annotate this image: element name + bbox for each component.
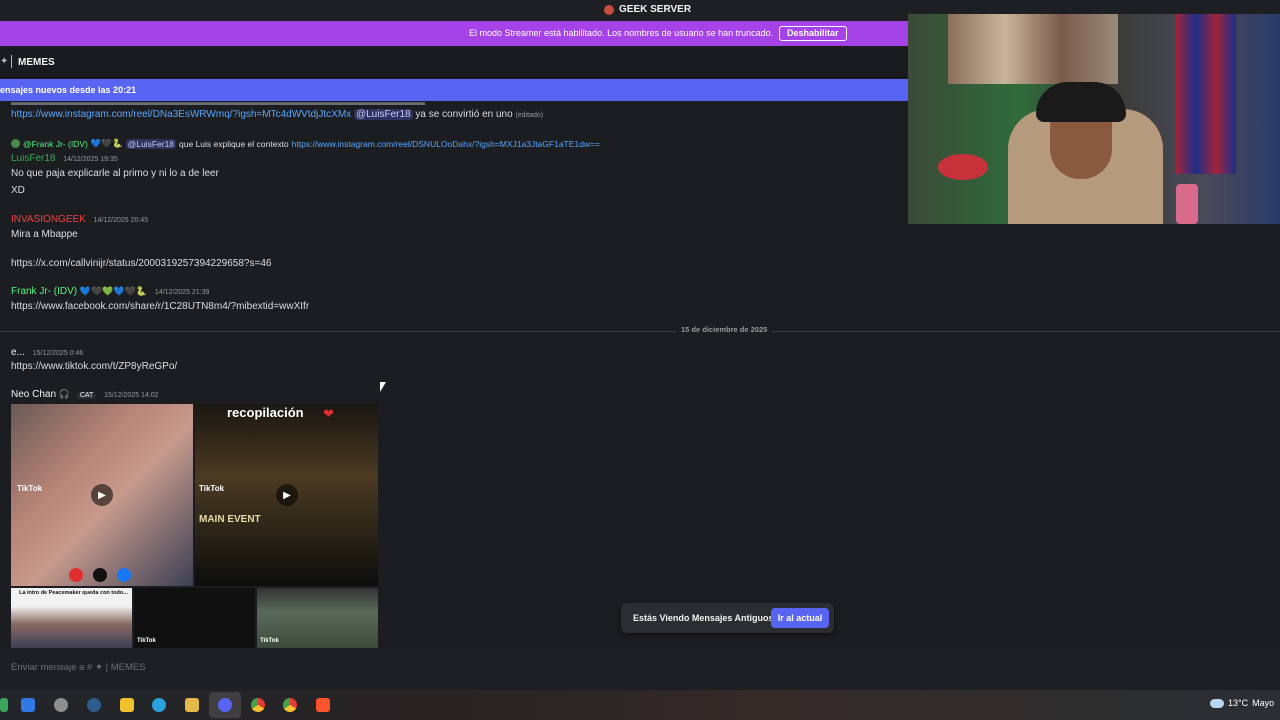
folder-icon[interactable] bbox=[185, 698, 199, 712]
text-channel-icon: ✦ bbox=[0, 56, 9, 67]
main-event-label: MAIN EVENT bbox=[199, 514, 261, 525]
tiktok-icon bbox=[93, 568, 107, 582]
person-hair bbox=[1036, 82, 1126, 122]
temperature: 13°C bbox=[1228, 698, 1249, 708]
tile-caption: La intro de Peacemaker queda con todo... bbox=[19, 590, 128, 596]
message-item: Frank Jr- (IDV) 💙🖤💚💙🖤🐍 14/12/2025 21:39 bbox=[11, 286, 209, 297]
message-text: Mira a Mbappe bbox=[11, 229, 78, 240]
message-link[interactable]: https://x.com/callvinijr/status/20003192… bbox=[11, 258, 271, 269]
message-item: e... 15/12/2025 0:46 bbox=[11, 347, 83, 358]
posters-wall bbox=[948, 14, 1118, 84]
youtube-icon bbox=[69, 568, 83, 582]
server-avatar-icon bbox=[604, 4, 614, 15]
message-author[interactable]: LuisFer18 bbox=[11, 153, 55, 164]
message-author[interactable]: INVASIONGEEK bbox=[11, 214, 86, 225]
composer-placeholder: Enviar mensaje a # ✦ | MEMES bbox=[11, 662, 146, 673]
header-divider bbox=[11, 55, 12, 68]
message-timestamp: 15/12/2025 0:46 bbox=[32, 350, 84, 357]
message-timestamp: 14/12/2025 20:45 bbox=[93, 217, 149, 224]
new-messages-banner[interactable]: ensajes nuevos desde las 20:21 bbox=[0, 79, 908, 101]
chrome-icon[interactable] bbox=[283, 698, 297, 712]
mouse-cursor-icon bbox=[380, 382, 386, 392]
date-divider bbox=[0, 331, 1280, 332]
webcam-overlay bbox=[908, 14, 1280, 224]
message-link[interactable]: https://www.facebook.com/share/r/1C28UTN… bbox=[11, 301, 309, 312]
old-messages-bar: Estás Viendo Mensajes Antiguos Ir al act… bbox=[621, 603, 834, 633]
notes-icon[interactable] bbox=[120, 698, 134, 712]
video-tile[interactable]: TikTok bbox=[134, 588, 255, 648]
weather-icon bbox=[1210, 698, 1224, 708]
reply-author[interactable]: @Frank Jr- (IDV) bbox=[23, 139, 88, 149]
message-text: ya se convirtió en uno bbox=[415, 109, 513, 120]
video-tile[interactable]: ▶ TikTok bbox=[11, 404, 193, 586]
channel-name: MEMES bbox=[18, 57, 55, 68]
video-tile[interactable]: TikTok bbox=[257, 588, 378, 648]
headphones-icon: 🎧 bbox=[58, 389, 71, 399]
heart-icon: ❤ bbox=[323, 406, 334, 421]
message-author[interactable]: e... bbox=[11, 347, 25, 358]
server-tag[interactable]: CAT bbox=[76, 392, 97, 399]
tiktok-watermark: TikTok bbox=[199, 484, 225, 493]
channel-header: ✦ MEMES bbox=[0, 46, 908, 78]
settings-gear-icon[interactable] bbox=[54, 698, 68, 712]
server-title: GEEK SERVER bbox=[604, 4, 691, 15]
date-divider-label: 15 de diciembre de 2025 bbox=[676, 325, 773, 334]
message-author[interactable]: Frank Jr- (IDV) bbox=[11, 286, 77, 297]
video-tile[interactable]: La intro de Peacemaker queda con todo... bbox=[11, 588, 132, 648]
cap-image bbox=[938, 154, 988, 180]
message-item: https://www.instagram.com/reel/DNa3EsWRW… bbox=[11, 109, 543, 120]
video-tile[interactable]: recopilación ❤ MAIN EVENT TikTok ▶ bbox=[195, 404, 378, 586]
weather-label: Mayo bbox=[1252, 698, 1275, 708]
jump-to-present-button[interactable]: Ir al actual bbox=[771, 608, 829, 628]
message-item: Neo Chan 🎧 CAT 15/12/2025 14:02 bbox=[11, 389, 159, 400]
reply-link[interactable]: https://www.instagram.com/reel/DSNULOoDa… bbox=[292, 139, 600, 149]
discord-icon[interactable] bbox=[218, 698, 232, 712]
user-mention[interactable]: @LuisFer18 bbox=[353, 109, 413, 120]
chrome-icon[interactable] bbox=[251, 698, 265, 712]
message-text: XD bbox=[11, 185, 25, 196]
bottle-image bbox=[1176, 184, 1198, 224]
reply-badges-icon: 💙🖤🐍 bbox=[90, 138, 123, 148]
tiktok-watermark: TikTok bbox=[17, 484, 43, 493]
brave-icon[interactable] bbox=[316, 698, 330, 712]
message-author[interactable]: Neo Chan bbox=[11, 389, 56, 400]
author-badges-icon: 💙🖤💚💙🖤🐍 bbox=[79, 286, 148, 296]
message-item: INVASIONGEEK 14/12/2025 20:45 bbox=[11, 214, 148, 225]
message-composer[interactable]: Enviar mensaje a # ✦ | MEMES bbox=[0, 648, 1280, 688]
telegram-icon[interactable] bbox=[152, 698, 166, 712]
message-item: LuisFer18 14/12/2025 19:35 bbox=[11, 153, 118, 164]
tile-title: recopilación bbox=[227, 405, 304, 420]
play-icon[interactable]: ▶ bbox=[276, 484, 298, 506]
reply-avatar bbox=[11, 139, 20, 148]
copilot-icon[interactable] bbox=[21, 698, 35, 712]
message-timestamp: 14/12/2025 21:39 bbox=[154, 289, 210, 296]
message-link[interactable]: https://www.tiktok.com/t/ZP8yReGPo/ bbox=[11, 361, 177, 372]
truncated-previous-line: ▬▬▬▬▬▬▬▬▬▬▬▬▬▬▬▬▬▬▬▬▬▬▬▬▬▬▬▬▬▬▬▬▬▬▬▬▬▬▬▬… bbox=[11, 101, 425, 107]
message-timestamp: 15/12/2025 14:02 bbox=[104, 392, 159, 399]
tiktok-watermark: TikTok bbox=[137, 638, 156, 644]
disable-streamer-button[interactable]: Deshabilitar bbox=[779, 26, 847, 41]
reply-preview[interactable]: @Frank Jr- (IDV) 💙🖤🐍 @LuisFer18 que Luis… bbox=[11, 138, 600, 149]
media-grid: ▶ TikTok recopilación ❤ MAIN EVENT TikTo… bbox=[11, 404, 378, 648]
new-messages-text: ensajes nuevos desde las 20:21 bbox=[0, 85, 137, 95]
streamer-mode-text: El modo Streamer está habilitado. Los no… bbox=[469, 28, 774, 38]
facebook-icon bbox=[117, 568, 131, 582]
channel-glyph-icon: ✦ | bbox=[94, 662, 111, 673]
app-icon[interactable] bbox=[87, 698, 101, 712]
system-tray[interactable]: 13°C Mayo bbox=[1210, 698, 1274, 708]
reply-text: que Luis explique el contexto bbox=[179, 138, 289, 149]
old-messages-text: Estás Viendo Mensajes Antiguos bbox=[633, 613, 774, 623]
server-name: GEEK SERVER bbox=[619, 4, 692, 15]
tiktok-watermark: TikTok bbox=[260, 638, 279, 644]
message-timestamp: 14/12/2025 19:35 bbox=[63, 156, 118, 163]
streamer-mode-banner: El modo Streamer está habilitado. Los no… bbox=[0, 21, 908, 46]
message-link[interactable]: https://www.instagram.com/reel/DNa3EsWRW… bbox=[11, 109, 351, 120]
edited-label: (editado) bbox=[515, 112, 544, 119]
jersey-image bbox=[1176, 14, 1236, 174]
start-icon[interactable] bbox=[0, 698, 8, 712]
message-text: No que paja explicarle al primo y ni lo … bbox=[11, 168, 219, 179]
reply-mention[interactable]: @LuisFer18 bbox=[125, 138, 177, 149]
play-icon[interactable]: ▶ bbox=[91, 484, 113, 506]
